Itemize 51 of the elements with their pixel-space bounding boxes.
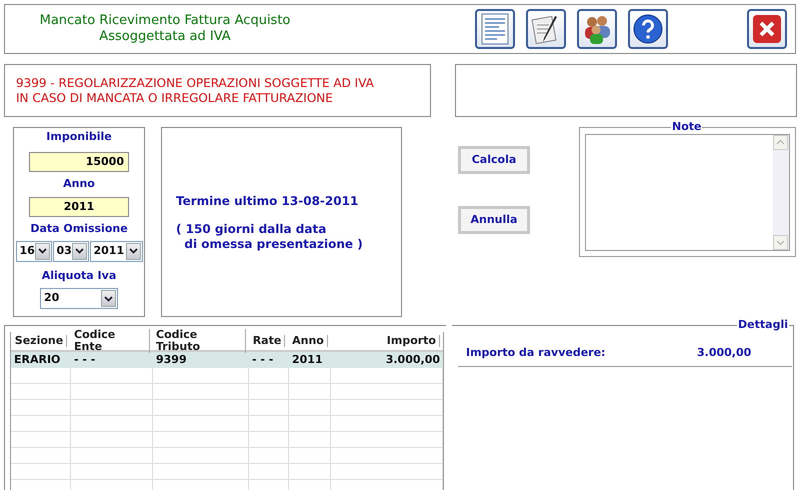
deadline-note: di omessa presentazione ) xyxy=(183,237,364,252)
scroll-down-icon xyxy=(773,235,788,250)
dropdown[interactable]: 16 xyxy=(16,240,52,262)
dropdown-button[interactable] xyxy=(101,290,116,307)
input-field[interactable]: 2011 xyxy=(29,197,129,217)
field-label: Imponibile xyxy=(46,129,112,145)
field-label: Anno xyxy=(63,176,95,192)
scrollbar[interactable] xyxy=(773,135,789,250)
dropdown[interactable]: 2011 xyxy=(90,240,142,262)
table-cell-text: - - - xyxy=(73,352,96,368)
table-cell-text: 9399 xyxy=(155,352,188,368)
column-header[interactable]: Importo xyxy=(331,332,443,350)
table-cell-text: ERARIO xyxy=(13,352,62,368)
dropdown-button[interactable] xyxy=(72,242,86,260)
table-row[interactable]: ERARIO - - - 9399 - - - 2011 3.000,00 xyxy=(11,352,443,368)
action-button[interactable]: Annulla xyxy=(458,206,530,234)
chevron-down-icon xyxy=(104,296,113,302)
tax-code-description: IN CASO DI MANCATA O IRREGOLARE FATTURAZIONE xyxy=(16,90,334,106)
dropdown[interactable]: 20 xyxy=(40,288,118,309)
dropdown-button[interactable] xyxy=(34,242,50,260)
action-button[interactable]: Calcola xyxy=(458,146,530,174)
detail-value: 3.000,00 xyxy=(697,345,752,361)
group-legend: Note xyxy=(671,121,702,133)
tax-code-description: 9399 - REGOLARIZZAZIONE OPERAZIONI SOGGETTE AD IVA xyxy=(16,76,375,90)
deadline-note: ( 150 giorni dalla data xyxy=(176,222,328,237)
dropdown[interactable]: 03 xyxy=(52,240,88,262)
window-title: Assoggettata ad IVA xyxy=(99,29,231,45)
detail-label: Importo da ravvedere: xyxy=(466,345,606,361)
field-label: Data Omissione xyxy=(30,221,128,237)
deadline-text: Termine ultimo 13-08-2011 xyxy=(176,193,360,210)
document-pen-icon[interactable] xyxy=(526,9,566,49)
help-icon[interactable] xyxy=(628,9,668,49)
table-cell-text: 2011 xyxy=(291,352,324,368)
group-legend: Dettagli xyxy=(737,319,789,331)
close-icon xyxy=(752,14,782,44)
chevron-down-icon xyxy=(38,248,47,254)
table-cell-text: - - - xyxy=(251,352,274,368)
window-title: Mancato Ricevimento Fattura Acquisto xyxy=(40,13,290,29)
scroll-up-icon xyxy=(773,135,788,150)
column-header[interactable]: Sezione xyxy=(11,332,71,350)
chevron-down-icon xyxy=(128,248,138,254)
close-button[interactable] xyxy=(747,9,787,49)
chevron-down-icon xyxy=(74,248,84,254)
users-icon[interactable] xyxy=(577,9,617,49)
input-field[interactable]: 15000 xyxy=(29,152,129,172)
form-icon[interactable] xyxy=(475,9,515,49)
dropdown-button[interactable] xyxy=(126,242,140,260)
field-label: Aliquota Iva xyxy=(42,268,116,284)
column-header[interactable]: Rate xyxy=(249,332,289,350)
table-cell-text: 3.000,00 xyxy=(384,352,441,368)
column-header[interactable]: Anno xyxy=(289,332,331,350)
